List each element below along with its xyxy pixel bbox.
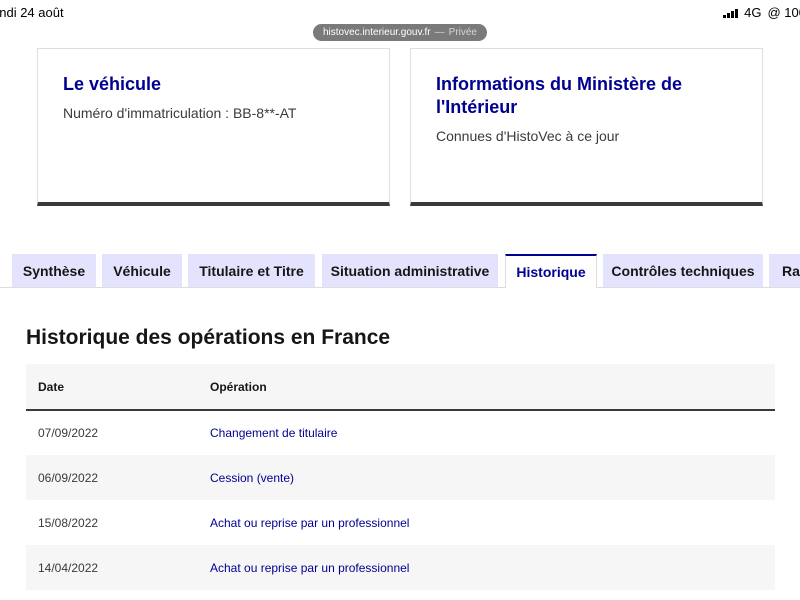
- tab-bar: Synthèse Véhicule Titulaire et Titre Sit…: [0, 254, 800, 288]
- tab-historique[interactable]: Historique: [505, 254, 597, 288]
- row-date: 07/09/2022: [38, 426, 99, 440]
- history-table: Date Opération 07/09/2022 Changement de …: [26, 364, 775, 590]
- table-row: 14/04/2022 Achat ou reprise par un profe…: [26, 545, 775, 590]
- ministry-info-card: Informations du Ministère de l'Intérieur…: [410, 48, 763, 206]
- tab-synthese[interactable]: Synthèse: [12, 254, 96, 287]
- status-time: undi 24 août: [0, 5, 64, 20]
- history-section-title: Historique des opérations en France: [26, 326, 391, 349]
- tab-rapport[interactable]: Rap: [769, 254, 800, 287]
- battery-level: @ 100: [767, 5, 800, 20]
- address-bar[interactable]: histovec.interieur.gouv.fr — Privée: [312, 24, 488, 41]
- row-operation: Achat ou reprise par un professionnel: [198, 545, 775, 590]
- row-date: 06/09/2022: [26, 455, 198, 500]
- row-date: 14/04/2022: [26, 545, 198, 590]
- url-separator: —: [434, 27, 445, 38]
- row-operation: Achat ou reprise par un professionnel: [210, 515, 410, 530]
- table-header-row: Date Opération: [26, 364, 775, 411]
- table-row: 06/09/2022 Cession (vente): [26, 455, 775, 500]
- table-row: 15/08/2022 Achat ou reprise par un profe…: [26, 500, 775, 545]
- vehicle-card: Le véhicule Numéro d'immatriculation : B…: [37, 48, 390, 206]
- private-mode-label: Privée: [448, 27, 478, 38]
- row-operation: Cession (vente): [198, 455, 775, 500]
- ministry-card-subtitle: Connues d'HistoVec à ce jour: [436, 128, 620, 144]
- table-row: 07/09/2022 Changement de titulaire: [26, 410, 775, 455]
- network-type: 4G: [744, 5, 762, 20]
- status-indicators: 4G @ 100: [723, 5, 800, 20]
- vehicle-card-title: Le véhicule: [63, 74, 162, 94]
- column-header-operation: Opération: [198, 364, 775, 411]
- tab-titulaire-et-titre[interactable]: Titulaire et Titre: [188, 254, 315, 287]
- url-text: histovec.interieur.gouv.fr: [322, 27, 431, 38]
- ministry-card-title: Informations du Ministère de l'Intérieur: [436, 74, 683, 117]
- status-bar: undi 24 août 4G @ 100: [0, 0, 800, 24]
- tab-vehicule[interactable]: Véhicule: [102, 254, 182, 287]
- tab-situation-administrative[interactable]: Situation administrative: [322, 254, 498, 287]
- row-operation: Changement de titulaire: [210, 426, 338, 440]
- registration-number: Numéro d'immatriculation : BB-8**-AT: [63, 105, 297, 121]
- tab-controles-techniques[interactable]: Contrôles techniques: [603, 254, 763, 287]
- cellular-signal-icon: [723, 8, 739, 18]
- column-header-date: Date: [26, 364, 198, 411]
- row-date: 15/08/2022: [38, 515, 99, 530]
